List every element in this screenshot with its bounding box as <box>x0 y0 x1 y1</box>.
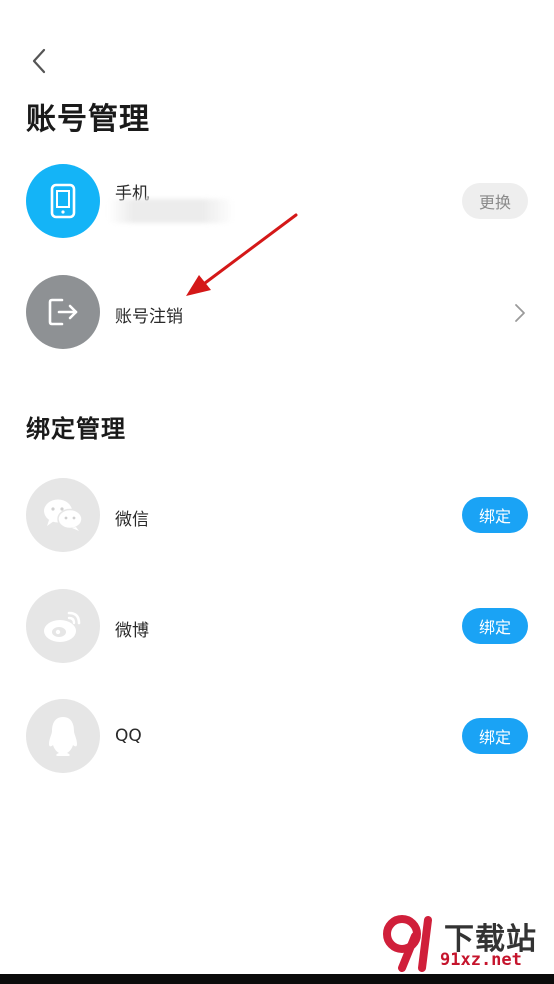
system-nav-bar <box>0 974 554 984</box>
binding-section-title: 绑定管理 <box>26 415 126 443</box>
qq-label: QQ <box>115 726 142 746</box>
qq-icon <box>26 699 100 773</box>
weibo-icon <box>26 589 100 663</box>
binding-row-weibo: 微博 绑定 <box>26 589 528 663</box>
watermark-logo: 下载站 91xz.net <box>382 912 552 974</box>
wechat-label: 微信 <box>115 510 149 530</box>
weibo-label: 微博 <box>115 621 149 641</box>
bind-wechat-button[interactable]: 绑定 <box>462 497 528 533</box>
bind-weibo-button[interactable]: 绑定 <box>462 608 528 644</box>
watermark-url: 91xz.net <box>440 950 522 970</box>
binding-row-wechat: 微信 绑定 <box>26 478 528 552</box>
binding-row-qq: QQ 绑定 <box>26 699 528 773</box>
watermark-91-icon <box>383 915 432 972</box>
bind-qq-button[interactable]: 绑定 <box>462 718 528 754</box>
wechat-icon <box>26 478 100 552</box>
